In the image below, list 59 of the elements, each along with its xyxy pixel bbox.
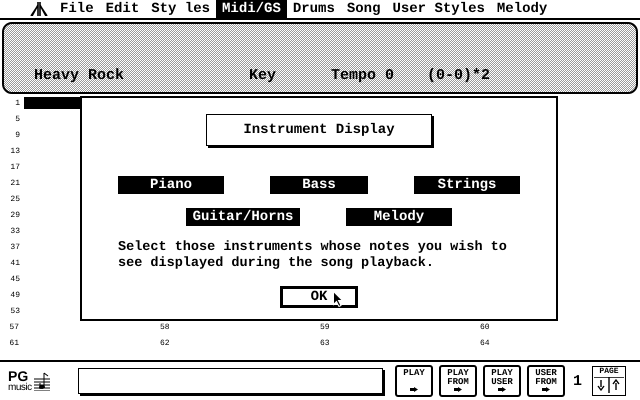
bar-number: 13 xyxy=(9,146,20,156)
instrument-toggle[interactable]: Melody xyxy=(346,208,452,226)
bar-number: 63 xyxy=(320,338,331,348)
menu-item[interactable]: File xyxy=(54,0,100,18)
bar-number: 49 xyxy=(9,290,20,300)
bar-number: 5 xyxy=(14,114,20,124)
page-control[interactable]: PAGE xyxy=(592,366,626,396)
menu-item[interactable]: Song xyxy=(340,0,386,18)
bar-number: 37 xyxy=(9,242,20,252)
bar-number: 21 xyxy=(9,178,20,188)
play-icon xyxy=(454,387,462,392)
bar-number: 29 xyxy=(9,210,20,220)
instrument-toggle[interactable]: Strings xyxy=(414,176,520,194)
dialog-message: Select those instruments whose notes you wish to see displayed during the song playback. xyxy=(118,240,508,272)
bar-number: 1 xyxy=(14,98,20,108)
play-icon xyxy=(542,387,550,392)
message-field[interactable] xyxy=(78,368,383,394)
instrument-toggle[interactable]: Bass xyxy=(270,176,368,194)
bar-number: 57 xyxy=(8,322,19,332)
logo-text: PG xyxy=(8,370,28,382)
page-arrows-icon[interactable] xyxy=(594,377,624,393)
menu-item[interactable]: Melody xyxy=(490,0,554,18)
instrument-toggle[interactable]: Piano xyxy=(118,176,224,194)
bar-number: 41 xyxy=(9,258,20,268)
music-staff-icon xyxy=(34,371,50,391)
play-button[interactable]: USER FROM xyxy=(527,365,565,397)
play-button[interactable]: PLAY USER xyxy=(483,365,521,397)
bar-number: 61 xyxy=(8,338,19,348)
form-label: (0-0)*2 xyxy=(427,67,492,84)
style-name: Heavy Rock xyxy=(34,67,126,84)
play-button[interactable]: PLAY FROM xyxy=(439,365,477,397)
menu-item[interactable]: User Styles xyxy=(386,0,491,18)
bar-number: 9 xyxy=(14,130,20,140)
dialog-title: Instrument Display xyxy=(206,114,432,146)
bar-number: 17 xyxy=(9,162,20,172)
bar-number: 25 xyxy=(9,194,20,204)
menu-item[interactable]: Midi/GS xyxy=(216,0,287,18)
mouse-pointer-icon xyxy=(333,291,343,307)
bar-number: 62 xyxy=(160,338,171,348)
menu-item[interactable]: Drums xyxy=(286,0,341,18)
tempo-label: Tempo 0 xyxy=(331,67,396,84)
bar-number: 45 xyxy=(9,274,20,284)
bar-number: 58 xyxy=(160,322,171,332)
play-icon xyxy=(498,387,506,392)
bar-number: 53 xyxy=(9,306,20,316)
instrument-toggle[interactable]: Guitar/Horns xyxy=(186,208,300,226)
bar-number: 59 xyxy=(320,322,331,332)
menu-item[interactable]: Edit xyxy=(100,0,146,18)
ok-button[interactable]: OK xyxy=(280,286,358,308)
logo-icon[interactable] xyxy=(30,2,48,16)
play-button[interactable]: PLAY xyxy=(395,365,433,397)
bar-number: 64 xyxy=(480,338,491,348)
logo-text: music xyxy=(8,382,33,392)
bar-number: 60 xyxy=(480,322,491,332)
key-label: Key xyxy=(249,67,278,84)
bar-number: 33 xyxy=(9,226,20,236)
menu-item[interactable]: Sty les xyxy=(145,0,216,18)
page-number: 1 xyxy=(573,372,582,390)
play-icon xyxy=(410,387,418,392)
